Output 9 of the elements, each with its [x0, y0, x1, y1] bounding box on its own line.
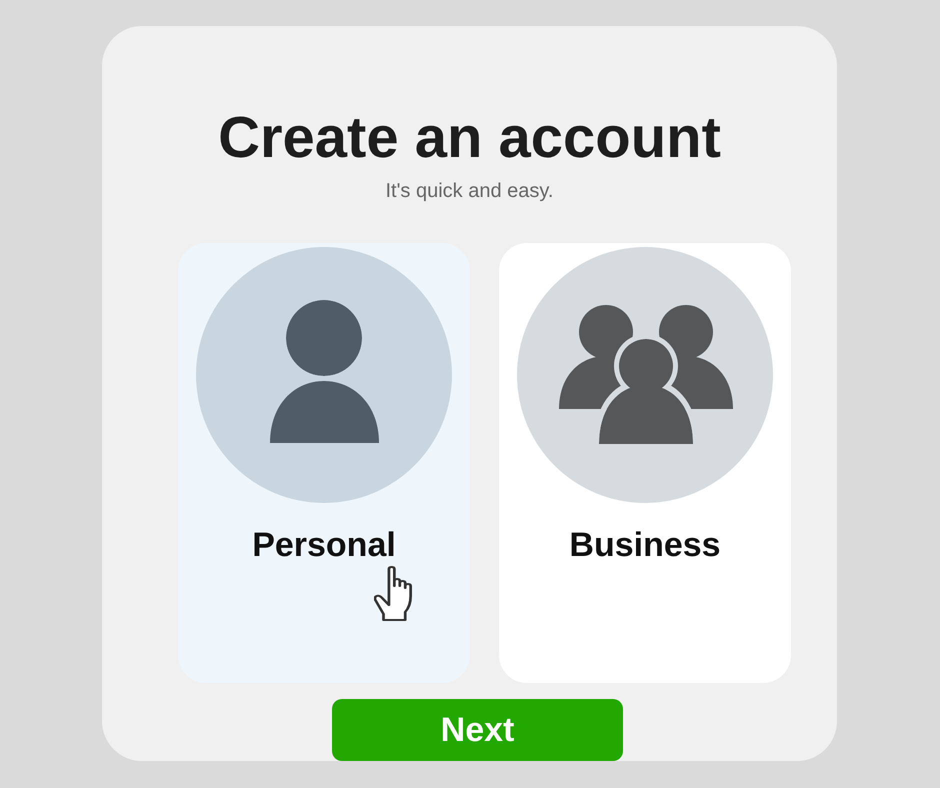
page-title: Create an account — [218, 108, 721, 168]
account-type-card[interactable]: Business — [499, 243, 791, 683]
account-type-card[interactable]: Personal — [178, 243, 470, 683]
option-label: Personal — [252, 525, 396, 565]
subtitle: It's quick and easy. — [386, 179, 554, 203]
option-label: Business — [569, 525, 721, 565]
hand-cursor-icon — [374, 566, 412, 622]
group-icon — [559, 305, 733, 444]
person-icon — [270, 300, 379, 443]
